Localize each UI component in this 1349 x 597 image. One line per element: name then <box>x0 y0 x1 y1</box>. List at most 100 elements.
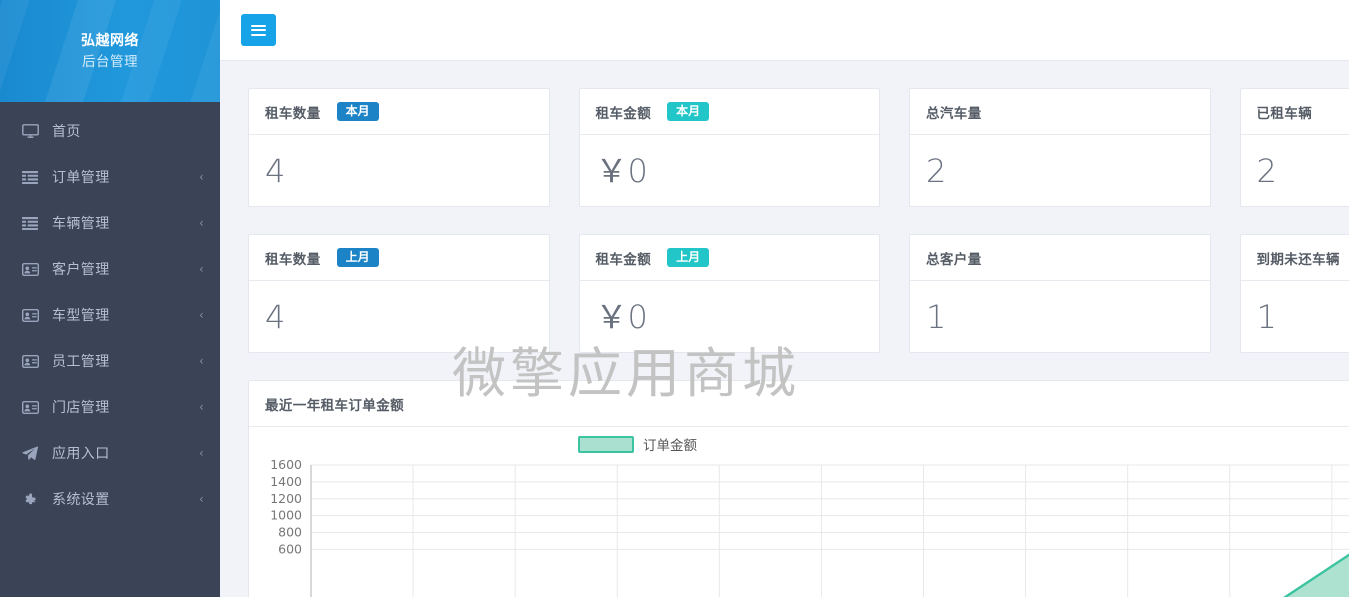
stat-card-title: 租车金额 <box>595 105 652 121</box>
stat-card-header: 租车金额 上月 <box>579 235 879 281</box>
stat-card-header: 已租车辆 <box>1240 89 1349 135</box>
y-axis-tick-label: 1600 <box>270 457 302 472</box>
stat-card-body: 4 <box>249 135 549 206</box>
stat-card-value: 2 <box>926 151 947 190</box>
status-badge: 本月 <box>667 102 710 121</box>
sidebar-item-label: 车型管理 <box>52 307 110 323</box>
paper-plane-icon <box>22 445 42 461</box>
stat-card-value: 1 <box>1256 297 1277 336</box>
sidebar-item-label: 客户管理 <box>52 261 110 277</box>
chevron-left-icon: ‹ <box>199 216 204 230</box>
y-axis-tick-label: 600 <box>278 541 302 556</box>
stat-card-value: 2 <box>1256 151 1277 190</box>
stat-card-title: 租车金额 <box>595 251 652 267</box>
sidebar-item-stores[interactable]: 门店管理 ‹ <box>0 384 220 430</box>
chevron-left-icon: ‹ <box>199 492 204 506</box>
sidebar-item-label: 门店管理 <box>52 399 110 415</box>
hamburger-icon <box>251 22 266 38</box>
stat-card-header: 租车数量 上月 <box>249 235 549 281</box>
top-bar: 退出系统 <box>220 0 1349 61</box>
sidebar-item-label: 首页 <box>52 123 81 139</box>
stat-card-rental-count-last-month: 租车数量 上月 4 <box>248 234 550 353</box>
stat-card-value: ￥0 <box>595 151 648 190</box>
stat-card-body: 4 <box>249 281 549 352</box>
stat-card-body: ￥0 <box>580 281 880 352</box>
chevron-left-icon: ‹ <box>199 170 204 184</box>
y-axis-tick-label: 800 <box>278 525 302 540</box>
stat-card-body: ￥0 <box>580 135 880 206</box>
sidebar-item-label: 订单管理 <box>52 169 110 185</box>
stat-card-rental-amount-last-month: 租车金额 上月 ￥0 <box>578 234 880 353</box>
chevron-left-icon: ‹ <box>199 308 204 322</box>
y-axis-tick-label: 1200 <box>270 491 302 506</box>
stat-card-body: 2 <box>910 135 1210 206</box>
y-axis-tick-label: 1400 <box>270 474 302 489</box>
main-area: 退出系统 微擎应用商城 租车数量 本月 4 租车金额 <box>220 0 1349 597</box>
logo-subtitle: 后台管理 <box>82 54 138 69</box>
sidebar-item-label: 应用入口 <box>52 445 110 461</box>
sidebar-item-system-settings[interactable]: 系统设置 ‹ <box>0 476 220 522</box>
chart-panel: 最近一年租车订单金额 1600 1400 1200 1000 800 600 订单金额 <box>248 380 1349 597</box>
logo-company-name: 弘越网络 <box>81 32 139 48</box>
stat-card-title: 总客户量 <box>926 251 982 267</box>
id-card-icon <box>22 399 42 415</box>
stat-card-header: 租车数量 本月 <box>249 89 549 135</box>
chevron-left-icon: ‹ <box>199 446 204 460</box>
sidebar-item-staff[interactable]: 员工管理 ‹ <box>0 338 220 384</box>
status-badge: 上月 <box>667 248 710 267</box>
chart-panel-header: 最近一年租车订单金额 <box>249 381 1349 427</box>
stat-card-body: 1 <box>910 281 1210 352</box>
stat-card-title: 已租车辆 <box>1256 105 1313 121</box>
stat-card-total-vehicles: 总汽车量 2 <box>909 88 1211 207</box>
stat-card-body: 1 <box>1241 281 1349 352</box>
list-icon <box>22 215 42 231</box>
stat-card-value: 4 <box>265 151 286 190</box>
stat-card-total-customers: 总客户量 1 <box>909 234 1211 353</box>
legend-swatch <box>578 436 634 453</box>
stat-card-value: ￥0 <box>595 297 648 336</box>
list-icon <box>22 169 42 185</box>
sidebar-item-car-models[interactable]: 车型管理 ‹ <box>0 292 220 338</box>
dashboard-content: 微擎应用商城 租车数量 本月 4 租车金额 本月 ￥0 总汽车量 2 已租车辆 … <box>220 61 1349 597</box>
chevron-left-icon: ‹ <box>199 354 204 368</box>
sidebar-logo[interactable]: 弘越网络 后台管理 <box>0 0 220 102</box>
admin-dashboard: 弘越网络 后台管理 首页 订单管理 ‹ 车辆管理 ‹ 客户管理 ‹ 车型管理 ‹… <box>0 0 1349 597</box>
desktop-icon <box>22 123 42 139</box>
stat-card-title: 租车数量 <box>265 105 321 121</box>
chevron-left-icon: ‹ <box>199 400 204 414</box>
id-card-icon <box>22 307 42 323</box>
id-card-icon <box>22 261 42 277</box>
chevron-left-icon: ‹ <box>199 262 204 276</box>
sidebar-item-orders[interactable]: 订单管理 ‹ <box>0 154 220 200</box>
stat-card-rental-amount-this-month: 租车金额 本月 ￥0 <box>578 88 880 207</box>
chart-body: 1600 1400 1200 1000 800 600 订单金额 <box>249 427 1349 597</box>
y-axis-tick-label: 1000 <box>270 508 302 523</box>
sidebar-item-customers[interactable]: 客户管理 ‹ <box>0 246 220 292</box>
stat-card-overdue-vehicles: 到期未还车辆 1 <box>1239 234 1349 353</box>
sidebar-item-app-entry[interactable]: 应用入口 ‹ <box>0 430 220 476</box>
sidebar-toggle-button[interactable] <box>241 14 276 46</box>
gear-icon <box>22 491 42 507</box>
legend-label: 订单金额 <box>643 438 697 454</box>
sidebar-item-label: 车辆管理 <box>52 215 110 231</box>
stat-card-body: 2 <box>1241 135 1349 206</box>
stat-card-header: 总客户量 <box>910 235 1210 281</box>
stat-card-value: 1 <box>926 297 947 336</box>
sidebar-item-home[interactable]: 首页 <box>0 108 220 154</box>
status-badge: 上月 <box>336 248 379 267</box>
sidebar-item-label: 员工管理 <box>52 353 110 369</box>
stat-card-row-last-month: 租车数量 上月 4 租车金额 上月 ￥0 总客户量 1 到期未还车辆 1 <box>248 234 1349 353</box>
status-badge: 本月 <box>336 102 379 121</box>
stat-card-rented-vehicles: 已租车辆 2 <box>1239 88 1349 207</box>
stat-card-row-current-month: 租车数量 本月 4 租车金额 本月 ￥0 总汽车量 2 已租车辆 2 <box>248 88 1349 207</box>
stat-card-header: 到期未还车辆 <box>1240 235 1349 281</box>
order-amount-area-chart[interactable]: 1600 1400 1200 1000 800600 订单金额 <box>249 427 1349 597</box>
stat-card-title: 租车数量 <box>265 251 321 267</box>
stat-card-header: 租车金额 本月 <box>579 89 879 135</box>
chart-title: 最近一年租车订单金额 <box>265 397 404 413</box>
sidebar: 弘越网络 后台管理 首页 订单管理 ‹ 车辆管理 ‹ 客户管理 ‹ 车型管理 ‹… <box>0 0 220 597</box>
id-card-icon <box>22 353 42 369</box>
sidebar-nav: 首页 订单管理 ‹ 车辆管理 ‹ 客户管理 ‹ 车型管理 ‹ 员工管理 ‹ 门店… <box>0 102 220 522</box>
stat-card-title: 总汽车量 <box>926 105 982 121</box>
sidebar-item-vehicles[interactable]: 车辆管理 ‹ <box>0 200 220 246</box>
